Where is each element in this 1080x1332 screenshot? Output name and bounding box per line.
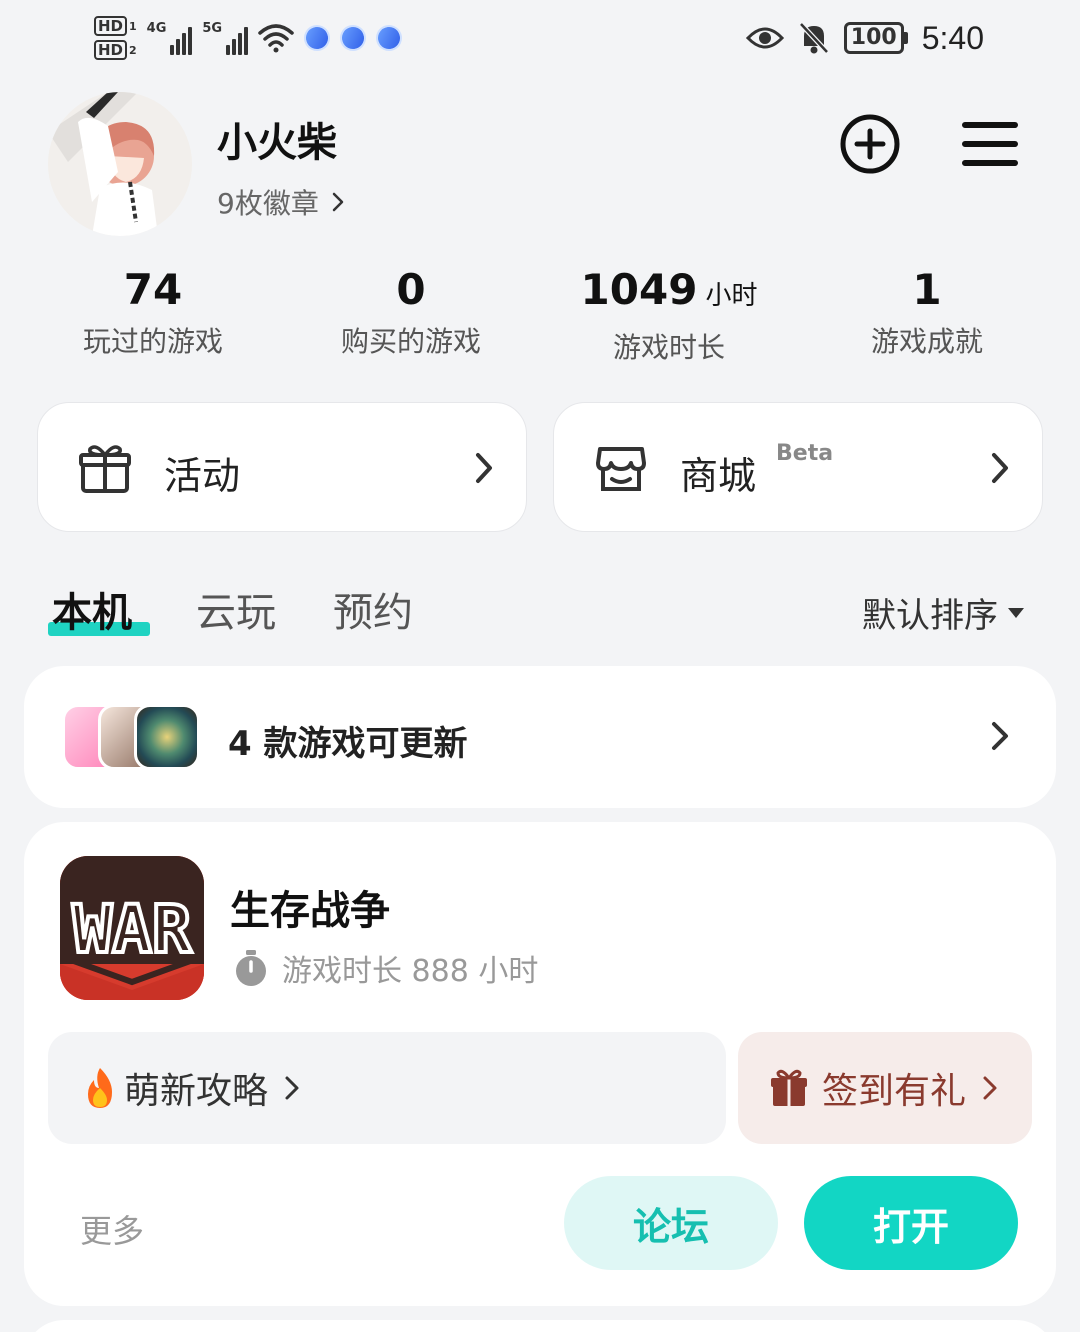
activity-label: 活动 bbox=[164, 454, 241, 498]
mall-label: 商城 bbox=[680, 454, 757, 498]
checkin-label: 签到有礼 bbox=[822, 1071, 967, 1112]
gift-icon bbox=[771, 1069, 807, 1106]
plus-circle-icon bbox=[840, 114, 900, 174]
stat-purchased-games[interactable]: 0 购买的游戏 bbox=[282, 262, 540, 366]
wifi-icon bbox=[258, 24, 294, 53]
updates-card[interactable]: 4 款游戏可更新 bbox=[24, 666, 1056, 808]
status-right: 100 5:40 bbox=[745, 14, 984, 62]
stat-unit: 小时 bbox=[705, 281, 758, 311]
stat-played-games[interactable]: 74 玩过的游戏 bbox=[24, 262, 282, 366]
hd-indicator-1: HD 1 bbox=[94, 16, 137, 36]
signal-5g-icon: 5G bbox=[202, 21, 249, 55]
stat-achievements[interactable]: 1 游戏成就 bbox=[798, 262, 1056, 366]
stat-label: 游戏时长 bbox=[612, 331, 725, 364]
more-button[interactable]: 更多 bbox=[80, 1206, 144, 1252]
open-button[interactable]: 打开 bbox=[804, 1176, 1018, 1270]
chevron-right-icon bbox=[992, 453, 1008, 483]
stat-value: 1049 小时 bbox=[580, 265, 758, 314]
tab-cloud[interactable]: 云玩 bbox=[196, 580, 276, 638]
badges-link[interactable]: 9枚徽章 bbox=[217, 182, 345, 222]
game-icon[interactable]: WAR bbox=[60, 856, 204, 1000]
tab-reservation[interactable]: 预约 bbox=[333, 580, 413, 638]
game-thumbnail bbox=[134, 704, 200, 770]
stat-label: 购买的游戏 bbox=[340, 325, 481, 358]
chevron-right-icon bbox=[332, 192, 344, 212]
stat-label: 玩过的游戏 bbox=[82, 325, 223, 358]
checkin-button[interactable]: 签到有礼 bbox=[738, 1032, 1032, 1144]
dropdown-arrow-icon bbox=[1008, 607, 1024, 618]
avatar[interactable] bbox=[48, 92, 192, 236]
forum-button[interactable]: 论坛 bbox=[564, 1176, 778, 1270]
play-time: 游戏时长 888 小时 bbox=[234, 946, 538, 990]
chevron-right-icon bbox=[983, 1076, 997, 1100]
stat-value: 1 bbox=[912, 265, 942, 314]
game-title: 生存战争 bbox=[230, 888, 390, 934]
fire-icon bbox=[88, 1068, 112, 1108]
shop-icon bbox=[596, 447, 646, 491]
game-card: WAR 生存战争 游戏时长 888 小时 萌新攻略 签到有礼 更多 论坛 打开 bbox=[24, 822, 1056, 1306]
battery-icon: 100 bbox=[843, 22, 908, 54]
stat-label: 游戏成就 bbox=[870, 325, 983, 358]
chevron-right-icon bbox=[285, 1076, 299, 1100]
stat-value: 0 bbox=[396, 265, 426, 314]
stat-value: 74 bbox=[123, 265, 183, 314]
war-logo-icon: WAR bbox=[60, 856, 204, 1000]
updates-label: 4 款游戏可更新 bbox=[228, 724, 468, 764]
activity-card[interactable]: 活动 bbox=[37, 402, 527, 532]
sort-dropdown[interactable]: 默认排序 bbox=[862, 588, 1024, 637]
play-time-label: 游戏时长 888 小时 bbox=[282, 954, 539, 989]
mall-card[interactable]: 商城 Beta bbox=[553, 402, 1043, 532]
guide-button[interactable]: 萌新攻略 bbox=[48, 1032, 726, 1144]
badges-label: 9枚徽章 bbox=[217, 187, 319, 220]
next-game-card bbox=[24, 1320, 1056, 1332]
clock: 5:40 bbox=[921, 19, 984, 56]
gift-icon bbox=[79, 445, 131, 493]
stopwatch-icon bbox=[236, 950, 266, 986]
add-button[interactable] bbox=[838, 112, 902, 176]
app-notification-icon bbox=[300, 21, 334, 55]
chevron-right-icon bbox=[476, 453, 492, 483]
hamburger-menu-icon bbox=[962, 122, 1018, 166]
update-game-icons bbox=[62, 704, 202, 770]
chevron-right-icon bbox=[992, 722, 1008, 750]
tab-local[interactable]: 本机 bbox=[52, 580, 132, 638]
beta-badge: Beta bbox=[776, 441, 834, 466]
avatar-illustration bbox=[48, 92, 192, 236]
eye-icon bbox=[745, 27, 784, 49]
app-notification-icon bbox=[336, 21, 370, 55]
status-left: HD 1 HD 2 4G 5G bbox=[94, 10, 406, 66]
status-bar: HD 1 HD 2 4G 5G 100 5:40 bbox=[0, 0, 1080, 76]
svg-text:WAR: WAR bbox=[72, 891, 191, 968]
stat-play-time[interactable]: 1049 小时 游戏时长 bbox=[540, 262, 798, 366]
guide-label: 萌新攻略 bbox=[124, 1071, 269, 1112]
sort-label: 默认排序 bbox=[862, 596, 998, 636]
signal-4g-icon: 4G bbox=[147, 21, 193, 55]
game-library-page: HD 1 HD 2 4G 5G 100 5:40 小火柴 9枚徽章 74 玩过的… bbox=[0, 0, 1080, 1332]
mute-bell-icon bbox=[798, 22, 829, 54]
hd-indicators: HD 1 HD 2 bbox=[94, 16, 137, 60]
username: 小火柴 bbox=[217, 120, 337, 166]
hd-indicator-2: HD 2 bbox=[94, 40, 137, 60]
stats-row: 74 玩过的游戏 0 购买的游戏 1049 小时 游戏时长 1 游戏成就 bbox=[24, 262, 1056, 366]
app-notification-icon bbox=[372, 21, 406, 55]
menu-button[interactable] bbox=[958, 112, 1022, 176]
